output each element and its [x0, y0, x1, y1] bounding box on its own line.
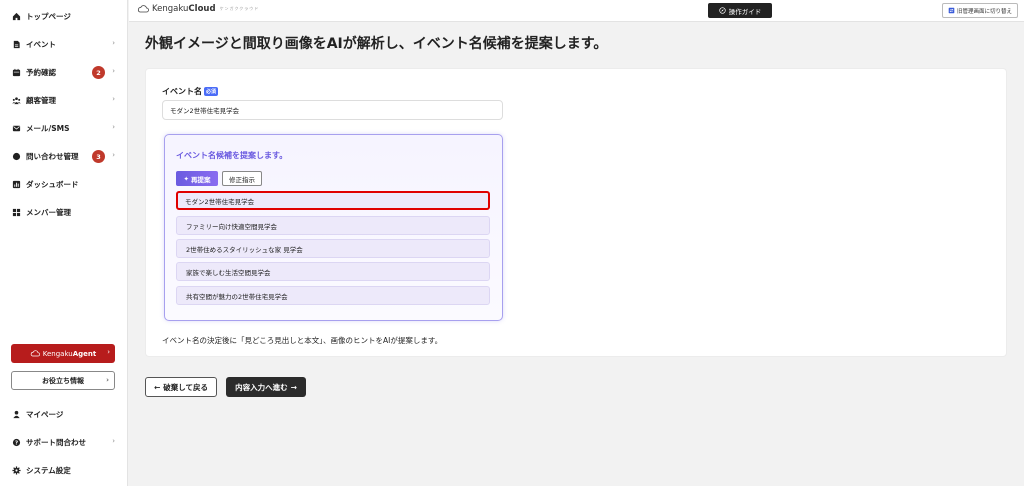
sidebar: トップページ イベント › 予約確認 2 › 顧客管理 › メール/SMS › …: [0, 0, 128, 486]
nav-item-dashboard[interactable]: ダッシュボード: [0, 174, 128, 194]
chevron-right-icon: ›: [107, 348, 110, 356]
nav-label: 問い合わせ管理: [26, 151, 79, 161]
nav-item-mail[interactable]: メール/SMS ›: [0, 118, 128, 138]
regenerate-button[interactable]: ✦ 再提案: [176, 171, 218, 186]
nav-label: サポート問合わせ: [26, 437, 86, 447]
switch-label: 旧管理画面に切り替え: [956, 8, 1012, 15]
top-bar: Kengaku Cloud ケンガククラウド 操作ガイド 旧管理画面に切り替え: [129, 0, 1024, 22]
document-icon: [12, 40, 21, 49]
nav-item-support[interactable]: ? サポート問合わせ ›: [0, 432, 128, 452]
chevron-right-icon: ›: [112, 123, 115, 131]
nav-label: メール/SMS: [26, 123, 70, 133]
useful-info-button[interactable]: お役立ち情報 ›: [11, 371, 115, 390]
nav-item-members[interactable]: メンバー管理: [0, 202, 128, 222]
sparkle-icon: ✦: [183, 174, 189, 183]
nav-item-mypage[interactable]: マイページ: [0, 404, 128, 424]
nav-item-inquiries[interactable]: 問い合わせ管理 3 ›: [0, 146, 128, 166]
logo-prefix: Kengaku: [152, 4, 189, 14]
page-title: 外観イメージと間取り画像をAIが解析し、イベント名候補を提案します。: [145, 36, 608, 52]
chevron-right-icon: ›: [112, 151, 115, 159]
dashboard-icon: [12, 180, 21, 189]
chevron-right-icon: ›: [106, 376, 109, 384]
app-logo: Kengaku Cloud ケンガククラウド: [137, 4, 259, 14]
event-name-label-text: イベント名: [162, 87, 202, 96]
nav-label: イベント: [26, 39, 56, 49]
logo-tagline: ケンガククラウド: [219, 6, 260, 11]
suggestion-option[interactable]: モダン2世帯住宅見学会: [176, 191, 490, 210]
regenerate-label: 再提案: [190, 175, 211, 184]
svg-text:?: ?: [15, 440, 18, 446]
kengaku-agent-button[interactable]: Kengaku Agent ›: [11, 344, 115, 363]
home-icon: [12, 12, 21, 21]
nav-label: 予約確認: [26, 67, 56, 77]
mail-icon: [12, 124, 21, 133]
chevron-right-icon: ›: [112, 39, 115, 47]
switch-icon: [948, 7, 955, 14]
event-name-input[interactable]: [162, 100, 503, 120]
help-icon: ?: [12, 438, 21, 447]
chevron-right-icon: ›: [112, 67, 115, 75]
nav-item-reservation[interactable]: 予約確認 2 ›: [0, 62, 128, 82]
gear-icon: [12, 465, 21, 475]
chevron-right-icon: ›: [112, 95, 115, 103]
back-label: 破棄して戻る: [163, 382, 209, 392]
suggestion-title: イベント名候補を提案します。: [176, 151, 288, 160]
nav-item-event[interactable]: イベント ›: [0, 34, 128, 54]
cloud-icon: [30, 350, 40, 357]
suggestion-option[interactable]: 家族で楽しむ生活空間見学会: [176, 262, 490, 281]
compass-icon: [719, 7, 726, 14]
operation-guide-button[interactable]: 操作ガイド: [708, 3, 772, 18]
nav-label: 顧客管理: [26, 95, 56, 105]
agent-label-bold: Agent: [72, 349, 97, 358]
chevron-right-icon: ›: [112, 437, 115, 445]
nav-label: マイページ: [26, 409, 64, 419]
notification-badge: 2: [92, 66, 105, 79]
nav-item-settings[interactable]: システム設定: [0, 460, 128, 480]
suggestion-option[interactable]: 2世帯住めるスタイリッシュな家 見学会: [176, 239, 490, 258]
nav-label: メンバー管理: [26, 207, 71, 217]
revision-instruction-button[interactable]: 修正指示: [222, 171, 262, 186]
logo-bold: Cloud: [188, 4, 216, 14]
suggestion-option[interactable]: ファミリー向け快適空間見学会: [176, 216, 490, 235]
arrow-left-icon: ←: [153, 382, 161, 392]
notification-badge: 3: [92, 150, 105, 163]
guide-label: 操作ガイド: [728, 7, 762, 16]
nav-label: トップページ: [26, 11, 71, 21]
suggestion-option[interactable]: 共有空間が魅力の2世帯住宅見学会: [176, 286, 490, 305]
event-name-label: イベント名 必須: [162, 86, 219, 97]
nav-item-customers[interactable]: 顧客管理 ›: [0, 90, 128, 110]
info-label: お役立ち情報: [42, 376, 84, 385]
nav-label: システム設定: [26, 465, 71, 475]
nav-label: ダッシュボード: [26, 179, 79, 189]
chat-icon: [12, 152, 21, 161]
calendar-icon: [12, 68, 21, 77]
grid-icon: [12, 208, 21, 217]
discard-back-button[interactable]: ← 破棄して戻る: [145, 377, 217, 397]
cloud-icon: [137, 5, 149, 13]
agent-label-prefix: Kengaku: [42, 349, 73, 358]
nav-item-top[interactable]: トップページ: [0, 6, 128, 26]
user-icon: [12, 410, 21, 419]
switch-legacy-ui-button[interactable]: 旧管理画面に切り替え: [942, 3, 1018, 18]
required-badge: 必須: [204, 87, 219, 96]
next-label: 内容入力へ進む: [235, 382, 288, 392]
arrow-right-icon: →: [290, 382, 297, 392]
users-icon: [12, 96, 21, 105]
hint-text: イベント名の決定後に「見どころ見出しと本文」、画像のヒントをAIが提案します。: [162, 336, 443, 345]
proceed-content-button[interactable]: 内容入力へ進む →: [226, 377, 306, 397]
